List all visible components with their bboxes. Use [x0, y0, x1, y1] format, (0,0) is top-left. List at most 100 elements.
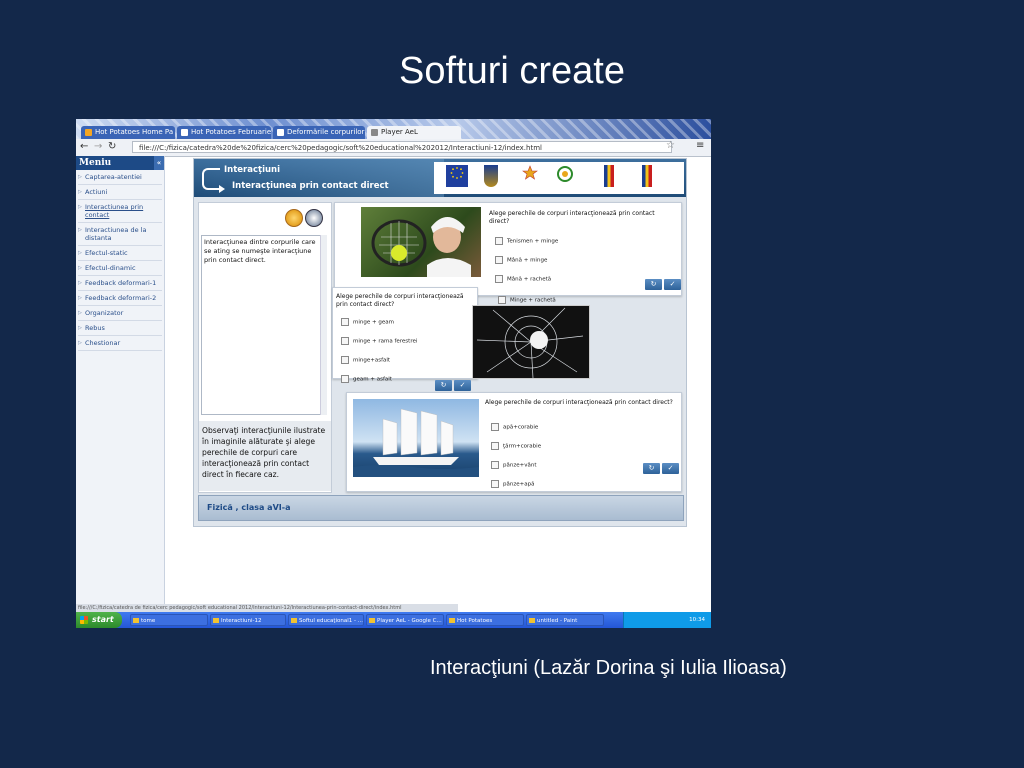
- card-actions: ↻ ✓: [435, 380, 471, 391]
- lesson-footer: Fizică , clasa aVI-a: [198, 495, 684, 521]
- taskbar-item[interactable]: Softul educaţional1 - ...: [288, 614, 364, 626]
- answer-option[interactable]: Mână + rachetă: [495, 275, 551, 283]
- question-card-tennis: Alege perechile de corpuri interacţionea…: [334, 202, 682, 296]
- checkbox[interactable]: [341, 318, 349, 326]
- sidebar-item-organizator[interactable]: Organizator: [78, 306, 162, 321]
- address-toolbar: ← → ↻ file:///C:/fizica/catedra%20de%20f…: [76, 139, 711, 157]
- instrumente-structurale-logo: [556, 165, 574, 187]
- card-actions: ↻ ✓: [643, 463, 679, 474]
- bookmark-star-icon[interactable]: ☆: [666, 140, 675, 151]
- question-card-window: Alege perechile de corpuri interacţionea…: [332, 287, 478, 391]
- option-label: Tenismen + minge: [507, 238, 559, 245]
- sidebar-item-interactiunea-de-la-distanta[interactable]: Interactiunea de la distanta: [78, 223, 162, 246]
- clock[interactable]: 10:34: [689, 617, 705, 623]
- checkbox[interactable]: [341, 337, 349, 345]
- checkbox[interactable]: [491, 423, 499, 431]
- check-icon[interactable]: ✓: [664, 279, 681, 290]
- sponsor-logos: [434, 162, 684, 194]
- address-bar[interactable]: file:///C:/fizica/catedra%20de%20fizica/…: [132, 141, 672, 153]
- answer-option[interactable]: Minge + rachetă: [498, 296, 556, 304]
- browser-tab[interactable]: Deformările corpurilor: [273, 126, 365, 139]
- sidebar-item-efectul-static[interactable]: Efectul-static: [78, 246, 162, 261]
- checkbox[interactable]: [491, 442, 499, 450]
- answer-option[interactable]: geam + asfalt: [341, 375, 392, 383]
- answer-option[interactable]: minge + rama ferestrei: [341, 337, 417, 345]
- answer-option[interactable]: minge + geam: [341, 318, 394, 326]
- browser-tab[interactable]: Hot Potatoes Home Pa: [81, 126, 175, 139]
- sidebar-item-efectul-dinamic[interactable]: Efectul-dinamic: [78, 261, 162, 276]
- option-label: pânze+vânt: [503, 462, 537, 469]
- answer-option[interactable]: ţărm+corabie: [491, 442, 541, 450]
- tennis-photo: [361, 207, 481, 277]
- option-label: pânze+apă: [503, 481, 535, 488]
- screenshot-window: Hot Potatoes Home Pa Hot Potatoes Februa…: [76, 119, 711, 628]
- reload-icon[interactable]: ↻: [108, 141, 116, 152]
- sidebar-item-interactiunea-prin-contact[interactable]: Interactiunea prin contact: [78, 200, 162, 223]
- option-label: minge + geam: [353, 319, 394, 326]
- scrollbar[interactable]: [320, 235, 327, 415]
- answer-option[interactable]: pânze+vânt: [491, 461, 537, 469]
- edit-pen-icon[interactable]: [305, 209, 323, 227]
- question-card-ship: Alege perechile de corpuri interacţionea…: [346, 392, 682, 492]
- browser-tab-active[interactable]: Player AeL: [367, 126, 461, 139]
- browser-tab[interactable]: Hot Potatoes Februarie: [177, 126, 271, 139]
- collapse-icon[interactable]: «: [154, 156, 164, 170]
- sidebar-item-rebus[interactable]: Rebus: [78, 321, 162, 336]
- retry-icon[interactable]: ↻: [435, 380, 452, 391]
- option-label: minge+asfalt: [353, 357, 391, 364]
- answer-option[interactable]: Tenismen + minge: [495, 237, 558, 245]
- sidebar-item-actiuni[interactable]: Actiuni: [78, 185, 162, 200]
- footer-text: Fizică , clasa aVI-a: [207, 503, 291, 512]
- checkbox[interactable]: [341, 356, 349, 364]
- taskbar-item[interactable]: Interactiuni-12: [210, 614, 286, 626]
- question-text: Alege perechile de corpuri interacţionea…: [485, 399, 673, 406]
- sidebar-item-captarea-atentiei[interactable]: Captarea-atentiei: [78, 170, 162, 185]
- system-tray: 10:34: [623, 612, 711, 628]
- help-icon[interactable]: [285, 209, 303, 227]
- lesson-banner: Interacţiuni Interacţiunea prin contact …: [194, 159, 686, 197]
- checkbox[interactable]: [491, 480, 499, 488]
- back-arrow-icon[interactable]: ←: [80, 141, 88, 152]
- tab-label: Player AeL: [381, 128, 418, 136]
- tab-label: Hot Potatoes Februarie: [191, 128, 271, 136]
- sidebar-item-feedback-deformari-1[interactable]: Feedback deformari-1: [78, 276, 162, 291]
- taskbar-item[interactable]: Player AeL - Google C...: [366, 614, 444, 626]
- retry-icon[interactable]: ↻: [645, 279, 662, 290]
- check-icon[interactable]: ✓: [662, 463, 679, 474]
- sidebar-item-feedback-deformari-2[interactable]: Feedback deformari-2: [78, 291, 162, 306]
- slide-title: Softuri create: [399, 50, 625, 92]
- checkbox[interactable]: [495, 256, 503, 264]
- theory-panel: Interacţiunea dintre corpurile care se a…: [198, 202, 332, 493]
- checkbox[interactable]: [495, 275, 503, 283]
- answer-option[interactable]: pânze+apă: [491, 480, 534, 488]
- answer-option[interactable]: Mână + minge: [495, 256, 547, 264]
- banner-title: Interacţiuni: [224, 165, 281, 175]
- retry-icon[interactable]: ↻: [643, 463, 660, 474]
- banner-subtitle: Interacţiunea prin contact direct: [232, 181, 389, 191]
- hot-potatoes-icon: [85, 129, 92, 136]
- option-label: Mână + rachetă: [507, 276, 552, 283]
- sidebar-item-chestionar[interactable]: Chestionar: [78, 336, 162, 351]
- answer-option[interactable]: apă+corabie: [491, 423, 538, 431]
- option-label: Mână + minge: [507, 257, 548, 264]
- checkbox[interactable]: [341, 375, 349, 383]
- check-icon[interactable]: ✓: [454, 380, 471, 391]
- menu-icon[interactable]: ≡: [696, 140, 704, 151]
- option-label: geam + asfalt: [353, 376, 392, 383]
- taskbar-item[interactable]: tome: [130, 614, 208, 626]
- checkbox[interactable]: [491, 461, 499, 469]
- page-icon: [371, 129, 378, 136]
- tab-label: Deformările corpurilor: [287, 128, 365, 136]
- ship-photo: [353, 399, 479, 477]
- start-button[interactable]: start: [76, 612, 122, 628]
- question-text: Alege perechile de corpuri interacţionea…: [489, 210, 655, 225]
- taskbar-item[interactable]: Hot Potatoes: [446, 614, 524, 626]
- checkbox[interactable]: [498, 296, 506, 304]
- forward-arrow-icon[interactable]: →: [94, 141, 102, 152]
- lesson-player: Interacţiuni Interacţiunea prin contact …: [193, 158, 687, 527]
- answer-option[interactable]: minge+asfalt: [341, 356, 390, 364]
- taskbar-item[interactable]: untitled - Paint: [526, 614, 604, 626]
- page-icon: [277, 129, 284, 136]
- checkbox[interactable]: [495, 237, 503, 245]
- eu-flag-logo: [446, 165, 468, 187]
